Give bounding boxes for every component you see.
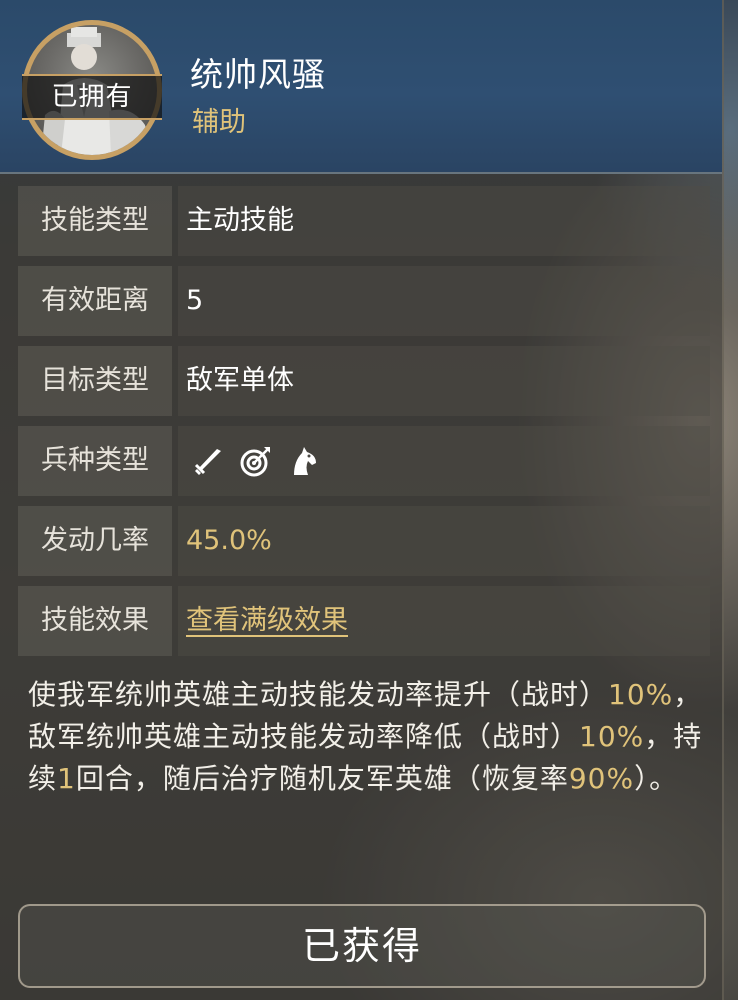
desc-value-1: 10%: [608, 678, 674, 711]
sword-icon: [190, 443, 226, 479]
trigger-rate-value: 45.0%: [178, 506, 710, 576]
skill-effect-label: 技能效果: [18, 586, 172, 656]
skill-type-label: 技能类型: [18, 186, 172, 256]
row-range: 有效距离 5: [18, 266, 710, 336]
skill-role: 辅助: [192, 107, 246, 138]
desc-text-5: ）。: [634, 762, 679, 795]
horse-icon: [286, 443, 322, 479]
row-target-type: 目标类型 敌军单体: [18, 346, 710, 416]
troop-type-label: 兵种类型: [18, 426, 172, 496]
target-type-value: 敌军单体: [178, 346, 710, 416]
skill-detail-panel: 已拥有 统帅风骚 辅助 技能类型 主动技能 有效距离 5 目标类型 敌军单体 兵…: [0, 0, 724, 1000]
bow-target-icon: [238, 443, 274, 479]
desc-text-1: 使我军统帅英雄主动技能发动率提升（战时）: [28, 678, 609, 711]
skill-name: 统帅风骚: [190, 55, 326, 94]
desc-value-4: 90%: [568, 762, 635, 795]
skill-effect-value: 查看满级效果: [178, 586, 710, 656]
skill-header: 已拥有 统帅风骚 辅助: [0, 0, 722, 174]
target-type-label: 目标类型: [18, 346, 172, 416]
range-value: 5: [178, 266, 710, 336]
desc-text-4: 回合，随后治疗随机友军英雄（恢复率: [75, 762, 569, 795]
desc-value-2: 10%: [579, 720, 645, 753]
trigger-rate-label: 发动几率: [18, 506, 172, 576]
desc-value-3: 1: [57, 762, 76, 795]
row-trigger-rate: 发动几率 45.0%: [18, 506, 710, 576]
troop-type-value: [178, 426, 710, 496]
row-troop-type: 兵种类型: [18, 426, 710, 496]
row-skill-effect: 技能效果 查看满级效果: [18, 586, 710, 656]
owned-badge: 已拥有: [22, 74, 162, 120]
view-max-level-effect-link[interactable]: 查看满级效果: [186, 605, 348, 636]
row-skill-type: 技能类型 主动技能: [18, 186, 710, 256]
range-label: 有效距离: [18, 266, 172, 336]
skill-description: 使我军统帅英雄主动技能发动率提升（战时）10%，敌军统帅英雄主动技能发动率降低（…: [28, 674, 708, 800]
obtained-button[interactable]: 已获得: [18, 904, 706, 988]
skill-type-value: 主动技能: [178, 186, 710, 256]
